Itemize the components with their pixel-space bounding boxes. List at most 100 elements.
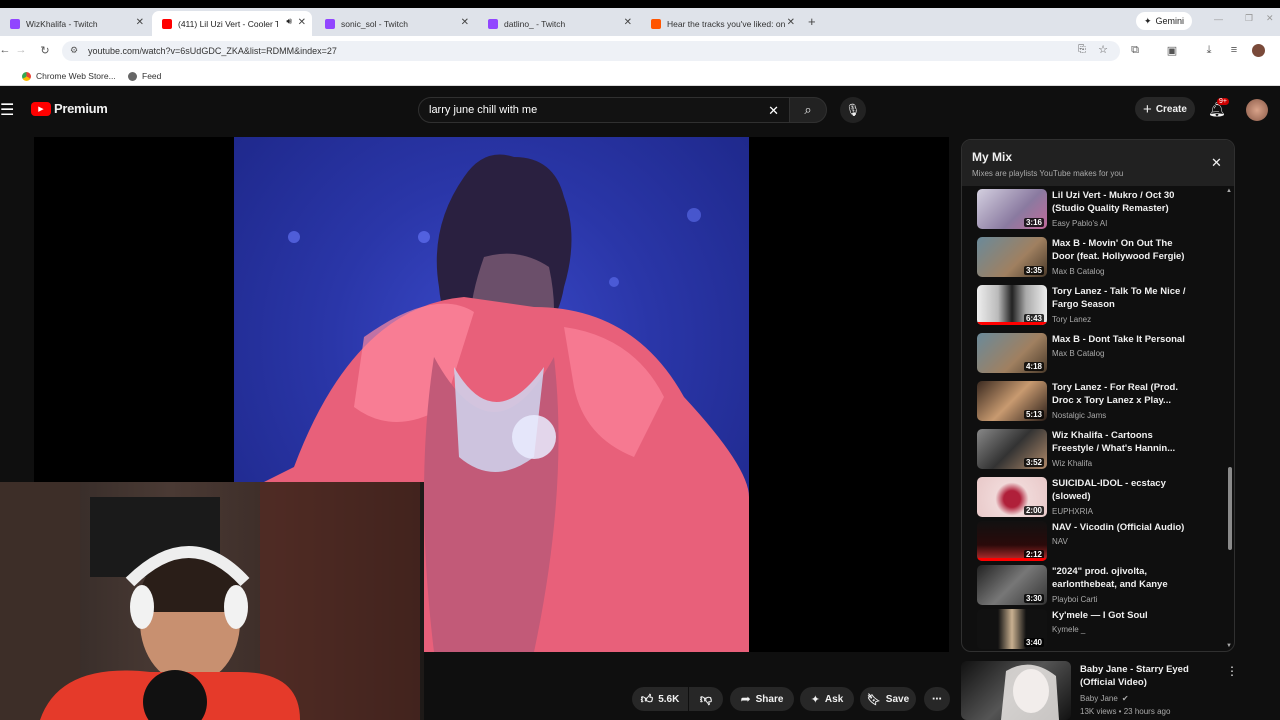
save-button[interactable]: 🔖︎ Save [860,687,916,711]
mix-item[interactable]: 3:16 Lil Uzi Vert - Mukro / Oct 30 (Stud… [977,189,1227,233]
close-tab-icon[interactable]: ✕ [136,17,144,28]
mix-panel: My Mix Mixes are playlists YouTube makes… [961,139,1235,652]
close-window-icon[interactable]: ✕ [1266,13,1274,24]
clear-search-icon[interactable]: ✕ [768,103,779,119]
close-tab-icon[interactable]: ✕ [461,17,469,28]
share-button[interactable]: ➦ Share [730,687,794,711]
bookmarks-bar: Chrome Web Store... Feed [0,66,1280,86]
video-thumbnail[interactable]: 3:16 [977,189,1047,229]
bookmark-label: Chrome Web Store... [36,71,116,81]
restore-icon[interactable]: ❐ [1245,13,1253,24]
menu-icon[interactable]: ☰ [0,100,14,120]
video-thumbnail[interactable]: 3:30 [977,565,1047,605]
mix-item[interactable]: 5:13 Tory Lanez - For Real (Prod. Droc x… [977,381,1227,425]
voice-search-button[interactable]: 🎙︎ [840,97,866,123]
search-icon: ⌕ [804,102,812,117]
mix-item[interactable]: 6:43 Tory Lanez - Talk To Me Nice / Farg… [977,285,1227,329]
duration-badge: 5:13 [1023,410,1044,419]
install-icon[interactable]: ⎘ [1078,44,1086,55]
mix-item-channel: Wiz Khalifa [1052,459,1093,468]
mix-item[interactable]: 4:18 Max B - Dont Take It Personal Max B… [977,333,1227,377]
bookmark-star-icon[interactable]: ☆ [1098,43,1108,56]
recommended-title[interactable]: Baby Jane - Starry Eyed (Official Video) [1080,663,1225,689]
bookmark-item[interactable]: Feed [128,71,161,81]
recommended-image [1001,664,1059,720]
media-control-icon[interactable]: ≡ [1227,44,1241,56]
browser-tab-active[interactable]: (411) Lil Uzi Vert - Cooler Th 🔊︎ ✕ [152,11,312,36]
video-thumbnail[interactable]: 5:13 [977,381,1047,421]
video-thumbnail[interactable]: 3:35 [977,237,1047,277]
tab-search-icon[interactable]: ▣ [1165,44,1179,57]
mix-title[interactable]: My Mix [972,150,1012,164]
profile-avatar[interactable] [1252,44,1265,57]
thumbs-down-icon: 👎︎ [699,691,713,706]
tab-bar: WizKhalifa - Twitch ✕ (411) Lil Uzi Vert… [0,8,1280,36]
scrollbar-thumb[interactable] [1228,467,1232,550]
mix-item-title: "2024" prod. ojivolta, earlonthebeat, an… [1052,566,1168,590]
extensions-icon[interactable]: ⧉ [1128,44,1142,57]
dislike-button[interactable]: 👎︎ [689,687,723,711]
notification-badge: 9+ [1217,98,1229,105]
mix-item-channel: Easy Pablo's AI [1052,219,1108,228]
mix-item-title: Wiz Khalifa - Cartoons Freestyle / What'… [1052,430,1176,454]
video-thumbnail[interactable]: 4:18 [977,333,1047,373]
video-thumbnail[interactable]: 6:43 [977,285,1047,325]
video-thumbnail[interactable]: 2:12 [977,521,1047,561]
site-info-icon[interactable]: ⚙︎ [70,45,78,56]
account-avatar[interactable] [1246,99,1268,121]
gemini-button[interactable]: ✦ Gemini [1136,12,1193,30]
youtube-icon [162,18,172,29]
close-tab-icon[interactable]: ✕ [298,17,306,28]
globe-icon [128,71,137,81]
mix-item[interactable]: 2:00 SUICIDAL-IDOL - ecstacy (slowed) EU… [977,477,1227,521]
close-tab-icon[interactable]: ✕ [787,17,795,28]
ask-button[interactable]: ✦ Ask [800,687,854,711]
youtube-logo[interactable]: ▶ Premium [31,101,108,116]
bookmark-icon: 🔖︎ [866,693,881,706]
video-thumbnail[interactable]: 3:40 [977,609,1047,649]
speaker-icon[interactable]: 🔊︎ [286,16,292,27]
address-bar[interactable]: ⚙︎ youtube.com/watch?v=6sUdGDC_ZKA&list=… [62,41,1120,61]
mix-item[interactable]: 2:12 NAV - Vicodin (Official Audio) NAV [977,521,1227,565]
download-icon[interactable]: ⤓ [1202,44,1216,57]
search-input[interactable]: larry june chill with me ✕ [418,97,790,123]
close-tab-icon[interactable]: ✕ [624,17,632,28]
tab-title: WizKhalifa - Twitch [26,18,98,29]
mix-item[interactable]: 3:35 Max B - Movin' On Out The Door (fea… [977,237,1227,281]
mix-subtitle: Mixes are playlists YouTube makes for yo… [972,169,1124,178]
new-tab-button[interactable]: + [808,14,816,29]
recommended-more-icon[interactable]: ⋮ [1226,664,1238,678]
mix-item-channel: Max B Catalog [1052,267,1105,276]
chrome-store-icon [22,71,31,81]
sparkle-icon: ✦ [810,693,820,706]
video-thumbnail[interactable]: 3:52 [977,429,1047,469]
like-button[interactable]: 👍︎ 5.6K [632,687,688,711]
minimize-icon[interactable]: — [1214,14,1223,24]
more-icon: ⋯ [932,693,942,705]
mix-item[interactable]: 3:52 Wiz Khalifa - Cartoons Freestyle / … [977,429,1227,473]
twitch-icon [325,18,335,29]
back-icon[interactable]: ← [0,44,12,56]
browser-tab[interactable]: datlino_ - Twitch ✕ [478,11,638,36]
more-actions-button[interactable]: ⋯ [924,687,950,711]
browser-tab[interactable]: WizKhalifa - Twitch ✕ [0,11,150,36]
video-thumbnail[interactable]: 2:00 [977,477,1047,517]
recommended-channel-row[interactable]: Baby Jane ✔ [1080,694,1129,703]
save-label: Save [885,693,910,705]
reload-icon[interactable]: ↻ [38,44,52,57]
search-button[interactable]: ⌕ [789,97,827,123]
watch-progress [977,558,1047,561]
browser-tab[interactable]: Hear the tracks you've liked: on ✕ [641,11,801,36]
notifications-button[interactable]: 🔔︎ 9+ [1208,98,1229,118]
bookmark-item[interactable]: Chrome Web Store... [22,71,116,81]
browser-tab[interactable]: sonic_sol - Twitch ✕ [315,11,475,36]
recommended-thumbnail[interactable] [961,661,1071,720]
duration-badge: 3:40 [1023,638,1044,647]
streamer-image [0,482,420,720]
create-button[interactable]: + Create [1135,97,1195,121]
verified-icon: ✔ [1121,694,1129,703]
mix-item[interactable]: 3:30 "2024" prod. ojivolta, earlonthebea… [977,565,1227,609]
forward-icon[interactable]: → [14,44,28,56]
mix-item[interactable]: 3:40 Ky'mele — I Got Soul Kymele _ [977,609,1227,651]
close-mix-icon[interactable]: ✕ [1211,155,1222,171]
